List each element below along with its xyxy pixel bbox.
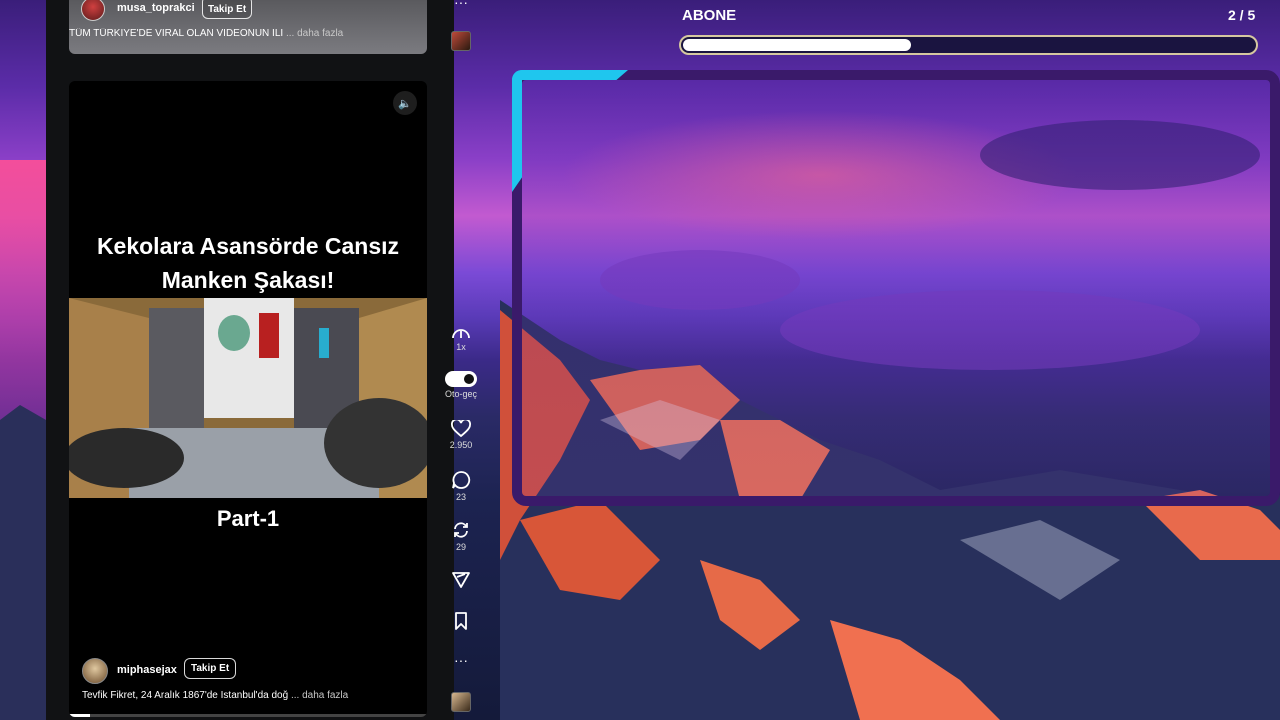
creator-avatar-button[interactable] — [440, 692, 482, 712]
caption-text: TÜM TÜRKİYE'DE VİRAL OLAN VİDEONUN İLİ — [69, 28, 284, 39]
part-label: Part-1 — [216, 506, 280, 531]
video-title: Kekolara Asansörde Cansız Manken Şakası! — [69, 229, 427, 297]
creator-avatar-button[interactable] — [440, 31, 482, 51]
camera-frame — [512, 70, 1280, 506]
bookmark-icon — [455, 612, 467, 630]
goal-label: ABONE — [682, 7, 737, 24]
autoplay-toggle[interactable]: Oto-geç — [440, 371, 482, 399]
avatar[interactable] — [82, 658, 108, 684]
post-username[interactable]: musa_toprakci — [117, 2, 195, 14]
video-progress-bar[interactable] — [69, 714, 427, 717]
more-link[interactable]: ... daha fazla — [291, 690, 348, 701]
comment-icon — [452, 471, 471, 489]
speaker-icon[interactable]: 🔈 — [393, 91, 417, 115]
post-username[interactable]: miphasejax — [117, 664, 177, 676]
playback-speed-button[interactable]: 1x — [440, 326, 482, 352]
repost-count: 29 — [455, 542, 466, 552]
avatar[interactable] — [451, 31, 471, 51]
repost-icon — [454, 522, 468, 538]
current-post[interactable]: 🔈 Kekolara Asansörde Cansız Manken Şakas… — [69, 81, 427, 717]
video-title-line: Kekolara Asansörde Cansız — [96, 233, 400, 259]
bookmark-button[interactable] — [440, 612, 482, 630]
caption-text: Tevfik Fikret, 24 Aralık 1867'de İstanbu… — [82, 690, 289, 701]
like-button[interactable]: 2.950 — [440, 420, 482, 450]
follow-button[interactable]: Takip Et — [202, 0, 253, 19]
video-progress-fill — [69, 714, 91, 717]
more-options-button[interactable]: ··· — [440, 0, 482, 10]
post-caption: TÜM TÜRKİYE'DE VİRAL OLAN VİDEONUN İLİ .… — [69, 28, 427, 39]
goal-progress-bar — [679, 35, 1258, 55]
video-frame — [69, 298, 427, 498]
more-options-button[interactable]: ··· — [440, 650, 482, 668]
toggle-switch[interactable] — [445, 371, 477, 387]
video-title-line: Manken Şakası! — [161, 267, 335, 293]
repost-button[interactable]: 29 — [440, 520, 482, 552]
speed-label: 1x — [456, 342, 466, 352]
action-rail: ··· 1x Oto-geç 2.950 23 29 ··· — [440, 0, 482, 720]
comment-button[interactable]: 23 — [440, 470, 482, 502]
share-button[interactable] — [440, 571, 482, 589]
elevator-scene — [69, 298, 427, 498]
more-options-icon: ··· — [454, 0, 468, 10]
follow-button[interactable]: Takip Et — [184, 658, 237, 679]
frame-accent — [512, 70, 628, 80]
avatar[interactable] — [451, 692, 471, 712]
send-icon — [452, 572, 470, 588]
post-caption: Tevfik Fikret, 24 Aralık 1867'de İstanbu… — [82, 690, 422, 701]
comment-count: 23 — [455, 492, 466, 502]
goal-progress-fill — [683, 39, 912, 51]
heart-icon — [451, 420, 471, 438]
avatar[interactable] — [81, 0, 105, 21]
frame-accent — [512, 70, 522, 192]
more-link[interactable]: ... daha fazla — [286, 28, 343, 39]
autoplay-label: Oto-geç — [444, 389, 477, 399]
goal-count: 2 / 5 — [1228, 7, 1256, 23]
previous-post[interactable]: musa_toprakci Takip Et TÜM TÜRKİYE'DE Vİ… — [69, 0, 427, 54]
speedometer-icon — [452, 329, 470, 339]
like-count: 2.950 — [449, 440, 473, 450]
more-options-icon: ··· — [454, 652, 468, 668]
